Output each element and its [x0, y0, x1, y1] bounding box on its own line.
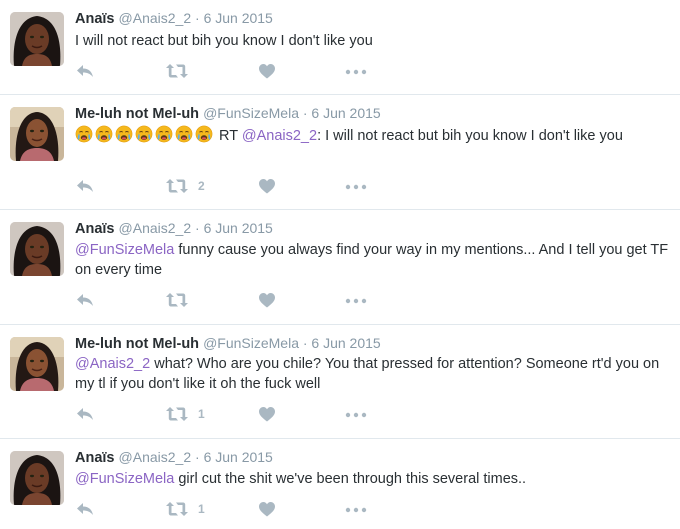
retweet-icon: [165, 406, 189, 422]
retweet-count: 2: [198, 179, 205, 193]
retweet-button[interactable]: 1: [165, 406, 205, 422]
tweet-text: @Anais2_2 what? Who are you chile? You t…: [75, 354, 670, 394]
like-icon: [258, 501, 276, 517]
tweet-text-segment: girl cut the shit we've been through thi…: [174, 471, 527, 487]
more-icon: [345, 298, 367, 304]
tweet-1[interactable]: Anaïs @Anais2_2 · 6 Jun 2015 I will not …: [0, 0, 680, 95]
reply-button[interactable]: [75, 292, 95, 308]
more-icon: [345, 507, 367, 513]
tweet-header: Anaïs @Anais2_2 · 6 Jun 2015: [75, 449, 273, 466]
crying-face-emoji: [115, 125, 133, 143]
like-button[interactable]: [258, 501, 276, 517]
reply-button[interactable]: [75, 501, 95, 517]
retweet-button[interactable]: [165, 63, 189, 79]
more-button[interactable]: [345, 507, 367, 513]
tweet-text: @FunSizeMela girl cut the shit we've bee…: [75, 469, 670, 489]
author-handle-date[interactable]: @Anais2_2 · 6 Jun 2015: [119, 220, 273, 236]
tweet-5[interactable]: Anaïs @Anais2_2 · 6 Jun 2015 @FunSizeMel…: [0, 439, 680, 529]
tweet-text: I will not react but bih you know I don'…: [75, 31, 670, 51]
retweet-button[interactable]: 1: [165, 501, 205, 517]
more-icon: [345, 412, 367, 418]
avatar[interactable]: [10, 337, 64, 391]
avatar[interactable]: [10, 12, 64, 66]
tweet-4[interactable]: Me-luh not Mel-uh @FunSizeMela · 6 Jun 2…: [0, 325, 680, 439]
tweet-text: RT @Anais2_2: I will not react but bih y…: [75, 125, 670, 146]
tweet-header: Me-luh not Mel-uh @FunSizeMela · 6 Jun 2…: [75, 335, 381, 352]
like-icon: [258, 292, 276, 308]
avatar[interactable]: [10, 107, 64, 161]
crying-face-emoji: [175, 125, 193, 143]
like-button[interactable]: [258, 178, 276, 194]
like-button[interactable]: [258, 292, 276, 308]
retweet-button[interactable]: 2: [165, 178, 205, 194]
avatar[interactable]: [10, 451, 64, 505]
mention-link[interactable]: @FunSizeMela: [75, 471, 174, 487]
author-name[interactable]: Anaïs: [75, 11, 115, 27]
crying-face-emoji: [195, 125, 213, 143]
crying-face-emoji: [155, 125, 173, 143]
author-name[interactable]: Anaïs: [75, 450, 115, 466]
reply-button[interactable]: [75, 178, 95, 194]
more-button[interactable]: [345, 298, 367, 304]
tweet-header: Anaïs @Anais2_2 · 6 Jun 2015: [75, 10, 273, 27]
author-handle-date[interactable]: @Anais2_2 · 6 Jun 2015: [119, 10, 273, 26]
mention-link[interactable]: @Anais2_2: [75, 356, 150, 372]
avatar[interactable]: [10, 222, 64, 276]
more-button[interactable]: [345, 184, 367, 190]
tweet-header: Anaïs @Anais2_2 · 6 Jun 2015: [75, 220, 273, 237]
crying-face-emoji: [75, 125, 93, 143]
like-icon: [258, 406, 276, 422]
tweet-header: Me-luh not Mel-uh @FunSizeMela · 6 Jun 2…: [75, 105, 381, 122]
tweet-3[interactable]: Anaïs @Anais2_2 · 6 Jun 2015 @FunSizeMel…: [0, 210, 680, 325]
author-handle-date[interactable]: @FunSizeMela · 6 Jun 2015: [203, 335, 381, 351]
crying-face-emoji: [95, 125, 113, 143]
tweet-2[interactable]: Me-luh not Mel-uh @FunSizeMela · 6 Jun 2…: [0, 95, 680, 210]
more-button[interactable]: [345, 412, 367, 418]
like-button[interactable]: [258, 63, 276, 79]
author-name[interactable]: Me-luh not Mel-uh: [75, 336, 199, 352]
retweet-icon: [165, 63, 189, 79]
author-name[interactable]: Anaïs: [75, 221, 115, 237]
retweet-button[interactable]: [165, 292, 189, 308]
reply-button[interactable]: [75, 63, 95, 79]
tweet-text-segment: RT: [215, 128, 242, 144]
reply-icon: [75, 178, 95, 194]
retweet-icon: [165, 292, 189, 308]
author-handle-date[interactable]: @Anais2_2 · 6 Jun 2015: [119, 449, 273, 465]
tweet-text-segment: : I will not react but bih you know I do…: [317, 128, 623, 144]
more-icon: [345, 184, 367, 190]
reply-icon: [75, 501, 95, 517]
crying-face-emoji: [135, 125, 153, 143]
retweet-count: 1: [198, 502, 205, 516]
reply-icon: [75, 292, 95, 308]
more-icon: [345, 69, 367, 75]
like-button[interactable]: [258, 406, 276, 422]
tweet-text: @FunSizeMela funny cause you always find…: [75, 240, 670, 280]
like-icon: [258, 178, 276, 194]
tweet-text-segment: I will not react but bih you know I don'…: [75, 33, 373, 49]
more-button[interactable]: [345, 69, 367, 75]
mention-link[interactable]: @Anais2_2: [242, 128, 317, 144]
retweet-icon: [165, 501, 189, 517]
reply-icon: [75, 63, 95, 79]
author-handle-date[interactable]: @FunSizeMela · 6 Jun 2015: [203, 105, 381, 121]
reply-button[interactable]: [75, 406, 95, 422]
retweet-count: 1: [198, 407, 205, 421]
author-name[interactable]: Me-luh not Mel-uh: [75, 106, 199, 122]
like-icon: [258, 63, 276, 79]
tweet-text-segment: what? Who are you chile? You that presse…: [75, 356, 660, 392]
retweet-icon: [165, 178, 189, 194]
mention-link[interactable]: @FunSizeMela: [75, 242, 174, 258]
reply-icon: [75, 406, 95, 422]
